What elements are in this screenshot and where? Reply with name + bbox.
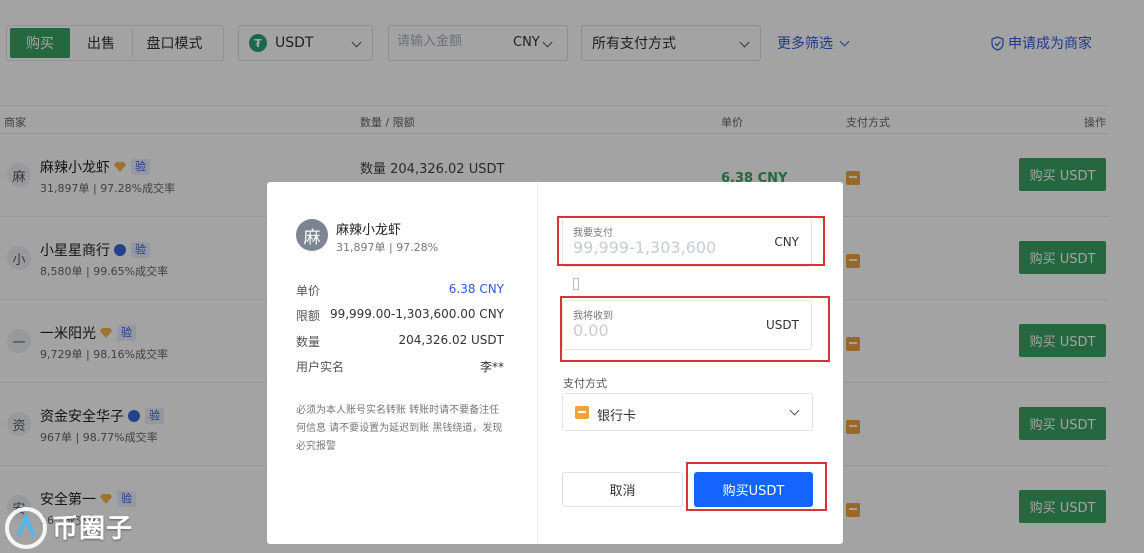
price-value: 6.38 CNY [448,282,504,296]
limit-value: 99,999.00-1,303,600.00 CNY [329,307,504,321]
watermark: 币圈子 [4,500,164,550]
realname-value: 李** [479,360,504,374]
trade-notice: 必须为本人账号实名转账 转账时请不要备注任何信息 请不要设置为延迟到账 黑钱绕道… [296,405,503,452]
price-label: 单价 [296,284,321,298]
swap-icon [573,278,579,290]
buy-dialog: 麻 麻辣小龙虾 31,897单 | 97.28% 单价 6.38 CNY 限额 … [267,182,843,544]
order-info-panel: 麻 麻辣小龙虾 31,897单 | 97.28% 单价 6.38 CNY 限额 … [267,182,538,544]
realname-label: 用户实名 [296,360,345,374]
quantity-value: 204,326.02 USDT [398,333,505,347]
limit-label: 限额 [296,309,321,323]
merchant-stats: 31,897单 | 97.28% [336,241,439,254]
payment-method-select[interactable]: 银行卡 [562,393,813,431]
highlight-box [560,296,830,362]
avatar: 麻 [296,219,328,251]
highlight-box [557,216,825,266]
watermark-logo-icon [5,507,47,549]
cancel-button[interactable]: 取消 [562,472,683,507]
quantity-label: 数量 [296,335,321,349]
highlight-box [686,462,827,511]
payment-method-value: 银行卡 [597,409,637,424]
merchant-name: 麻辣小龙虾 [336,223,402,238]
watermark-text: 币圈子 [52,514,134,544]
chevron-down-icon [789,405,800,416]
bank-card-icon [575,406,589,419]
payment-method-label: 支付方式 [563,377,607,390]
